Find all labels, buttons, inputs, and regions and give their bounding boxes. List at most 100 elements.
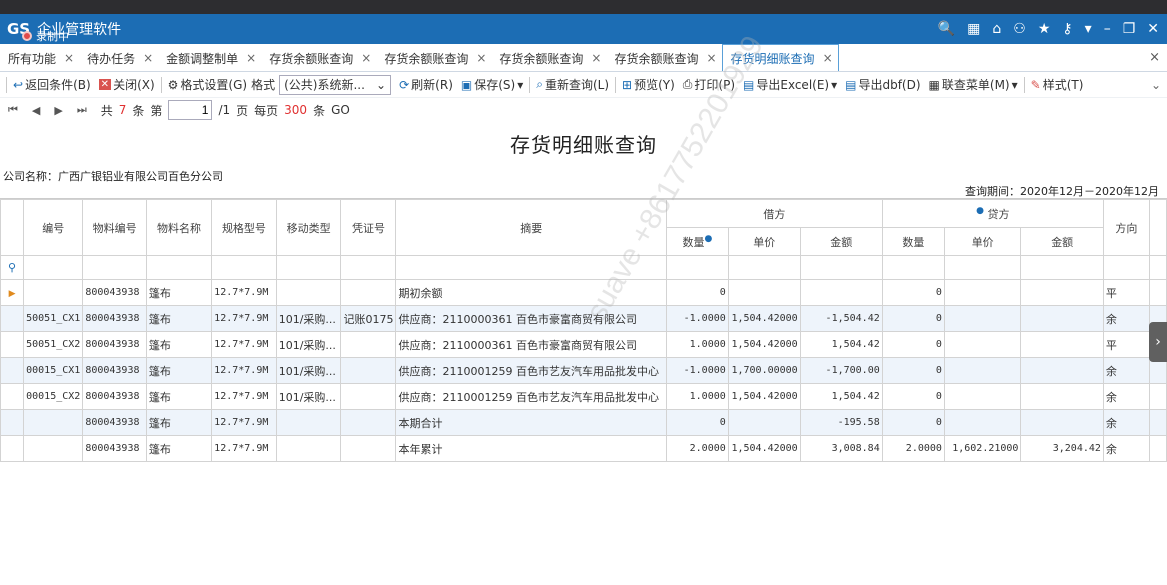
cell-row-no[interactable]: 00015_CX1 [23,357,84,384]
cell-debit-amount[interactable] [799,279,883,306]
restore-icon[interactable]: ❐ [1123,21,1136,37]
grid-icon[interactable]: ▦ [967,21,980,37]
cell-debit-amount[interactable]: -195.58 [799,409,883,436]
cell-credit-price[interactable] [943,409,1022,436]
cell-direction[interactable]: 余 [1102,383,1150,410]
back-button[interactable]: ↩ 返回条件(B) [9,76,95,93]
header-voucher[interactable]: 凭证号 [340,199,397,256]
cell-summary[interactable]: 供应商：2110001259 百色市艺友汽车用品批发中心 [395,383,668,410]
cell-debit-price[interactable] [727,279,801,306]
cell-summary[interactable]: 供应商：2110000361 百色市豪富商贸有限公司 [395,331,668,358]
cell-debit-qty[interactable]: 2.0000 [666,435,729,462]
tab-inventory-balance-4[interactable]: 存货余额账查询 × [606,45,721,71]
cell-debit-qty[interactable]: 1.0000 [666,331,729,358]
close-icon[interactable]: × [476,51,486,65]
cell-spec[interactable]: 12.7*7.9M [211,279,277,306]
cell-direction[interactable]: 余 [1102,409,1150,436]
dropdown-icon[interactable]: ▾ [1085,21,1092,37]
cell-debit-price[interactable]: 1,504.42000 [727,305,801,332]
cell-credit-amount[interactable] [1020,357,1104,384]
close-icon[interactable]: × [823,51,833,65]
chevron-down-icon[interactable]: ⌄ [1151,78,1161,92]
close-button[interactable]: ✕ 关闭(X) [95,76,159,93]
filter-cell[interactable] [799,255,883,280]
chevron-down-icon[interactable]: ▾ [1012,78,1018,92]
cell-credit-price[interactable] [943,331,1022,358]
filter-cell[interactable] [23,255,84,280]
header-material-name[interactable]: 物料名称 [145,199,213,256]
prev-page-icon[interactable]: ◀ [32,104,40,117]
tab-inventory-balance-2[interactable]: 存货余额账查询 × [376,45,491,71]
tab-inventory-detail[interactable]: 存货明细账查询 × [721,44,839,71]
cell-credit-price[interactable] [943,305,1022,332]
cell-credit-price[interactable] [943,279,1022,306]
cell-material-name[interactable]: 篷布 [145,305,213,332]
user-icon[interactable]: ⚇ [1013,21,1026,37]
cell-move-type[interactable] [275,279,342,306]
cell-row-no[interactable] [23,435,84,462]
row-marker-cell[interactable] [0,435,25,462]
cell-voucher-no[interactable] [340,435,397,462]
cell-row-no[interactable]: 50051_CX1 [23,305,84,332]
cell-credit-qty[interactable]: 0 [881,357,945,384]
cell-debit-qty[interactable]: 0 [666,409,729,436]
cell-material-code[interactable]: 800043938 [82,383,147,410]
row-marker-cell[interactable] [0,331,25,358]
last-page-icon[interactable]: ⏭ [77,103,87,117]
cell-spec[interactable]: 12.7*7.9M [211,305,277,332]
cell-debit-price[interactable]: 1,700.00000 [727,357,801,384]
filter-cell[interactable] [395,255,668,280]
cell-debit-price[interactable]: 1,504.42000 [727,331,801,358]
table-row[interactable]: 50051_CX2 800043938 篷布 12.7*7.9M 101/采购... 供应… [0,331,1167,358]
cell-debit-amount[interactable]: -1,504.42 [799,305,883,332]
row-marker-cell[interactable]: ▶ [0,279,25,306]
cell-debit-amount[interactable]: 1,504.42 [799,383,883,410]
export-excel-button[interactable]: ▤ 导出Excel(E) ▾ [739,76,841,93]
format-select[interactable]: (公共)系统新... ⌄ [279,74,392,95]
header-direction[interactable]: 方向 [1102,199,1150,256]
requery-button[interactable]: ⌕ 重新查询(L) [532,76,613,93]
save-button[interactable]: ▣ 保存(S) ▾ [457,76,527,93]
cell-material-name[interactable]: 篷布 [145,383,213,410]
cell-material-code[interactable]: 800043938 [82,435,147,462]
row-marker-cell[interactable] [0,383,25,410]
cell-credit-amount[interactable] [1020,279,1104,306]
cell-material-code[interactable]: 800043938 [82,409,147,436]
cell-voucher-no[interactable] [340,331,397,358]
cell-credit-qty[interactable]: 0 [881,331,945,358]
header-debit-price[interactable]: 单价 [727,227,801,256]
chevron-down-icon[interactable]: ▾ [831,78,837,92]
tab-all-functions[interactable]: 所有功能 × [0,45,79,71]
filter-cell[interactable] [943,255,1022,280]
cell-debit-amount[interactable]: 1,504.42 [799,331,883,358]
print-button[interactable]: ⎙ 打印(P) [679,76,739,93]
cell-voucher-no[interactable] [340,279,397,306]
header-debit-amount[interactable]: 金额 [799,227,883,256]
cell-voucher-no[interactable] [340,357,397,384]
cell-row-no[interactable]: 50051_CX2 [23,331,84,358]
cell-credit-qty[interactable]: 0 [881,279,945,306]
cell-row-no[interactable] [23,409,84,436]
go-button[interactable]: GO [331,103,350,117]
cell-credit-qty[interactable]: 2.0000 [881,435,945,462]
header-summary[interactable]: 摘要 [395,199,668,256]
filter-cell[interactable] [275,255,342,280]
filter-cell[interactable] [82,255,147,280]
cell-summary[interactable]: 本年累计 [395,435,668,462]
cell-material-code[interactable]: 800043938 [82,305,147,332]
cell-voucher-no[interactable] [340,409,397,436]
preview-button[interactable]: ⊞ 预览(Y) [618,76,679,93]
close-icon[interactable]: × [143,51,153,65]
cell-debit-price[interactable]: 1,504.42000 [727,383,801,410]
page-input[interactable] [168,100,213,120]
cell-summary[interactable]: 本期合计 [395,409,668,436]
cell-credit-amount[interactable] [1020,305,1104,332]
cell-move-type[interactable] [275,409,342,436]
export-dbf-button[interactable]: ▤ 导出dbf(D) [841,76,924,93]
header-material-code[interactable]: 物料编号 [82,199,147,256]
cell-direction[interactable]: 余 [1102,435,1150,462]
cell-row-no[interactable] [23,279,84,306]
cell-move-type[interactable] [275,435,342,462]
cell-spec[interactable]: 12.7*7.9M [211,383,277,410]
cell-summary[interactable]: 期初余额 [395,279,668,306]
